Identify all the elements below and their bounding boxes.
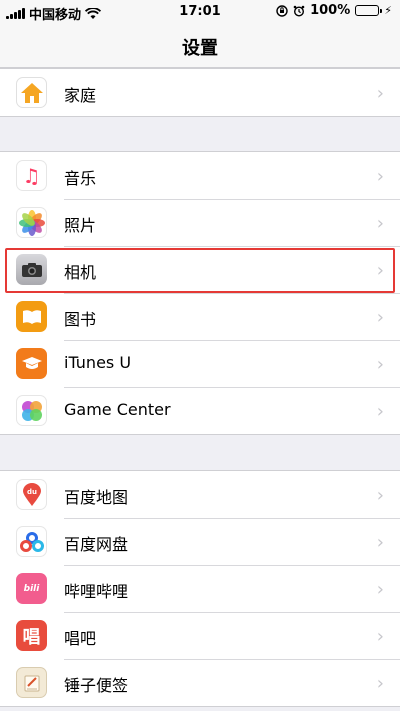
settings-row-label: 哔哩哔哩 (64, 582, 129, 601)
settings-row-home[interactable]: 家庭 › (0, 69, 400, 116)
battery-icon (355, 5, 383, 16)
settings-row-changba[interactable]: 唱 唱吧 › (0, 612, 400, 659)
music-icon: ♫ (16, 160, 47, 191)
settings-row-label: Game Center (64, 400, 171, 419)
bilibili-icon: bili (16, 573, 47, 604)
books-icon (16, 301, 47, 332)
battery-percent: 100% (310, 3, 351, 18)
settings-row-label: 百度网盘 (64, 535, 129, 554)
settings-row-label: 家庭 (64, 86, 97, 105)
settings-group-home: 家庭 › (0, 68, 400, 117)
home-icon (16, 77, 47, 108)
photos-icon (16, 207, 47, 238)
status-bar: 中国移动 17:01 100% ⚡ (0, 0, 400, 24)
settings-group-apps: du 百度地图 › 百度网盘 › bili 哔哩哔哩 › 唱 唱吧 › 锤子便签… (0, 470, 400, 707)
page-title: 设置 (182, 38, 218, 59)
charging-icon: ⚡ (384, 4, 392, 17)
chevron-right-icon: › (376, 626, 384, 647)
settings-row-smartisan-notes[interactable]: 锤子便签 › (0, 659, 400, 706)
svg-text:du: du (27, 488, 37, 496)
settings-row-label: 唱吧 (64, 629, 97, 648)
settings-row-label: 锤子便签 (64, 676, 129, 695)
chevron-right-icon: › (376, 83, 384, 104)
chevron-right-icon: › (376, 579, 384, 600)
settings-row-baidu-map[interactable]: du 百度地图 › (0, 471, 400, 518)
baidu-netdisk-icon (16, 526, 47, 557)
camera-row-highlight (5, 248, 395, 293)
nav-bar: 设置 (0, 24, 400, 68)
settings-row-itunes-u[interactable]: iTunes U › (0, 340, 400, 387)
alarm-icon (293, 5, 305, 17)
settings-row-music[interactable]: ♫ 音乐 › (0, 152, 400, 199)
chevron-right-icon: › (376, 401, 384, 422)
settings-row-game-center[interactable]: Game Center › (0, 387, 400, 434)
itunes-u-icon (16, 348, 47, 379)
settings-group-media: ♫ 音乐 › 照片 › 相机 › 图书 › iTunes U › Game Ce… (0, 151, 400, 435)
status-right: 100% ⚡ (276, 3, 392, 18)
baidu-map-icon: du (16, 479, 47, 510)
settings-row-books[interactable]: 图书 › (0, 293, 400, 340)
chevron-right-icon: › (376, 532, 384, 553)
settings-row-label: iTunes U (64, 353, 132, 372)
chevron-right-icon: › (376, 166, 384, 187)
settings-row-baidu-netdisk[interactable]: 百度网盘 › (0, 518, 400, 565)
settings-row-bilibili[interactable]: bili 哔哩哔哩 › (0, 565, 400, 612)
game-center-icon (16, 395, 47, 426)
settings-row-label: 图书 (64, 310, 97, 329)
settings-row-label: 照片 (64, 216, 97, 235)
orientation-lock-icon (276, 4, 288, 17)
chevron-right-icon: › (376, 213, 384, 234)
settings-row-photos[interactable]: 照片 › (0, 199, 400, 246)
chevron-right-icon: › (376, 673, 384, 694)
smartisan-notes-icon (16, 667, 47, 698)
chevron-right-icon: › (376, 354, 384, 375)
settings-row-label: 百度地图 (64, 488, 129, 507)
changba-icon: 唱 (16, 620, 47, 651)
chevron-right-icon: › (376, 485, 384, 506)
settings-row-label: 音乐 (64, 169, 97, 188)
chevron-right-icon: › (376, 307, 384, 328)
